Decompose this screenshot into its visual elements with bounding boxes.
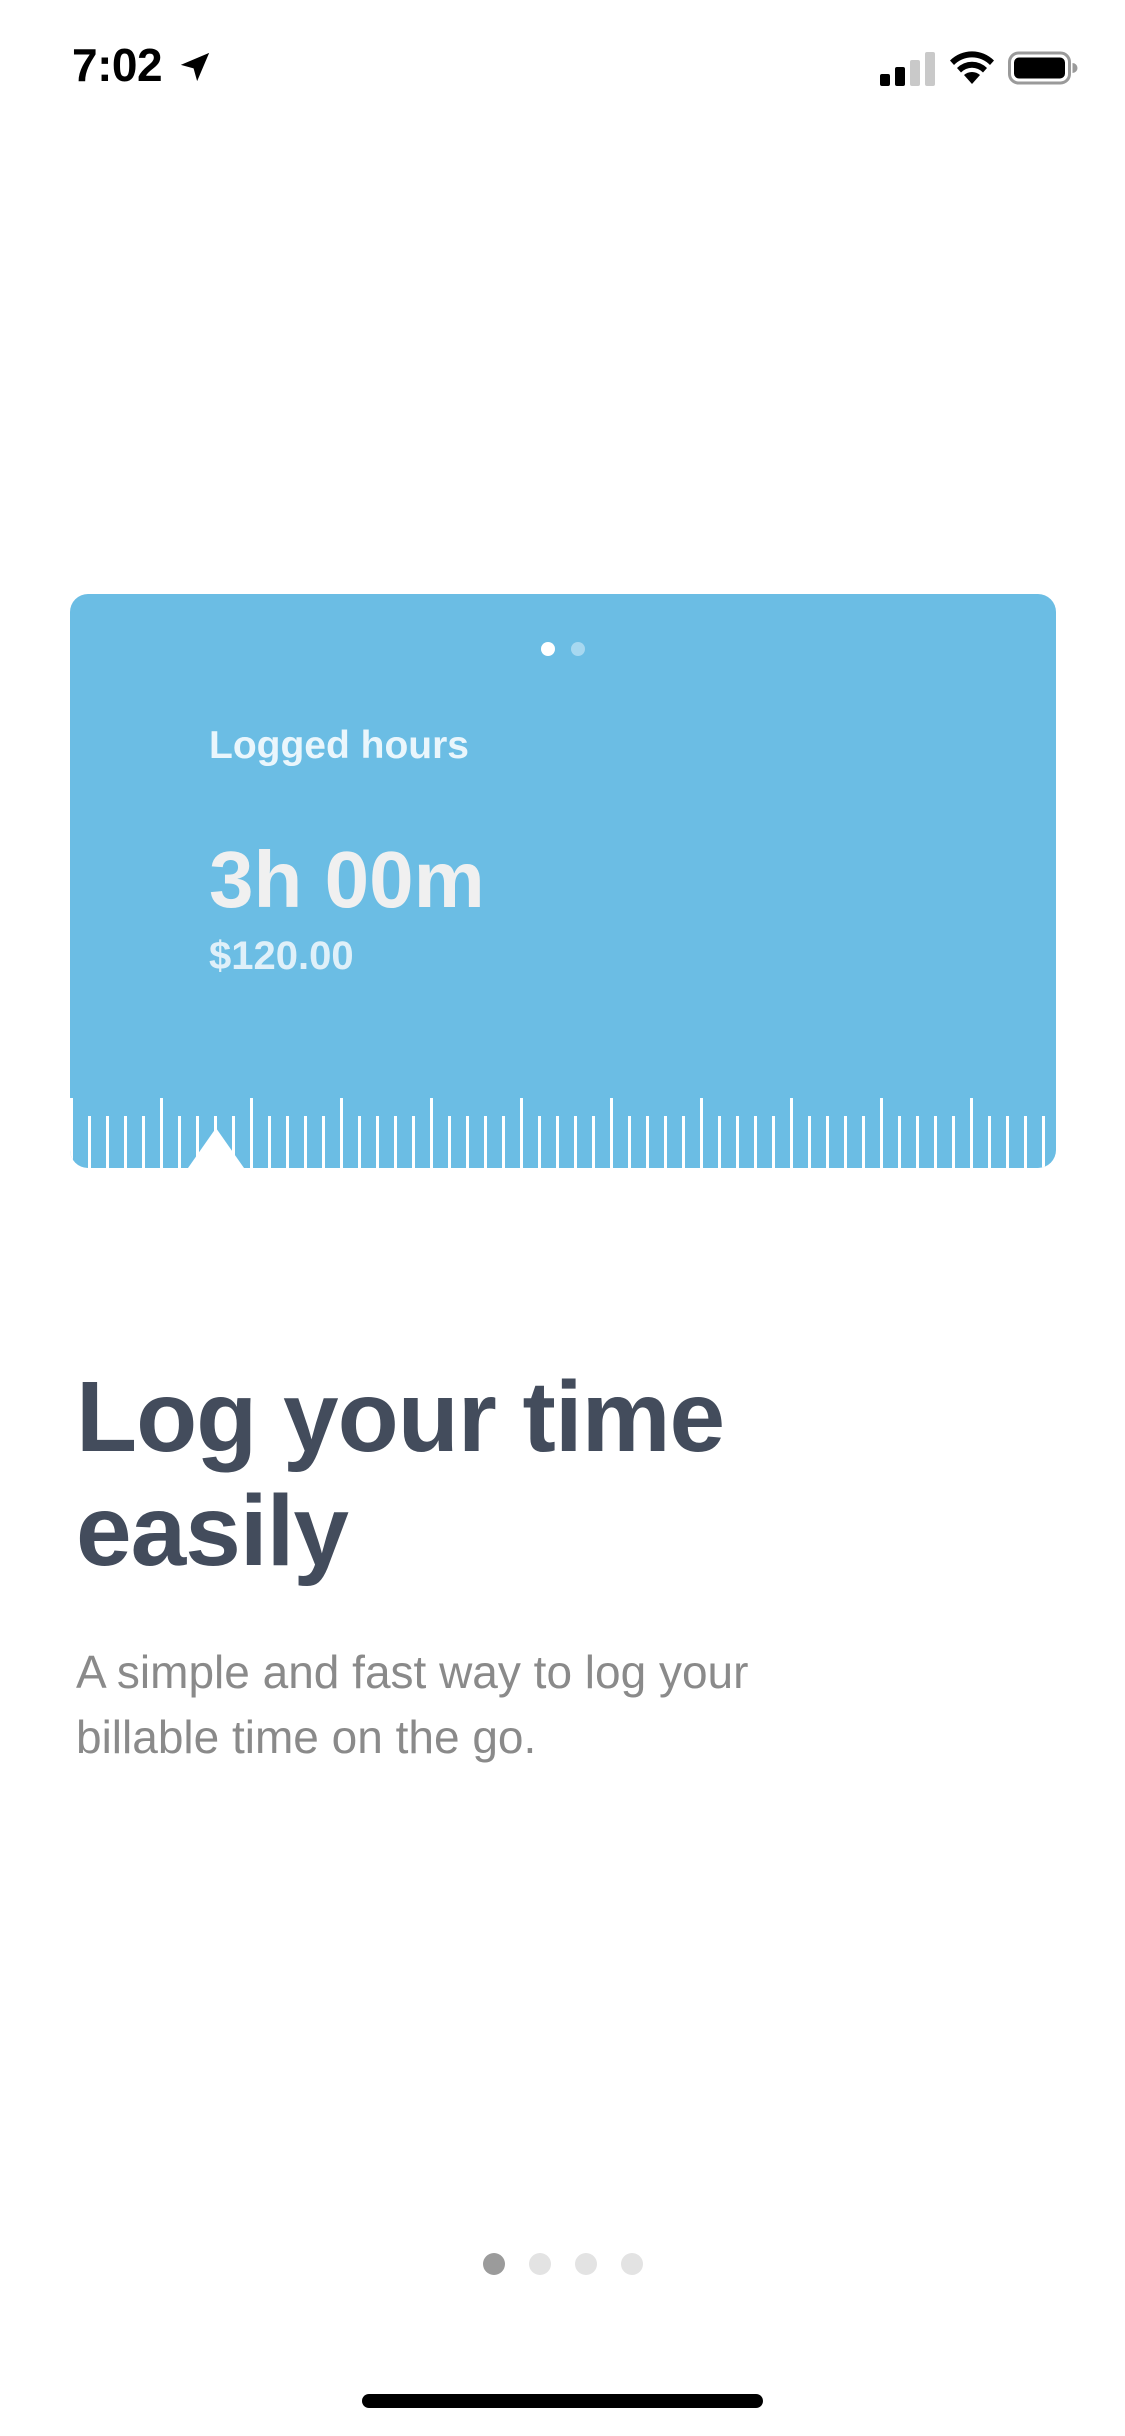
- ruler-major-tick: [970, 1098, 973, 1168]
- ruler-minor-tick: [736, 1116, 739, 1168]
- logged-hours-card[interactable]: Logged hours 3h 00m $120.00: [70, 594, 1056, 1168]
- ruler-major-tick: [340, 1098, 343, 1168]
- ruler-minor-tick: [628, 1116, 631, 1168]
- ruler-minor-tick: [646, 1116, 649, 1168]
- card-page-dot-active: [541, 642, 555, 656]
- pager-dot[interactable]: [620, 2253, 643, 2275]
- ruler-minor-tick: [862, 1116, 865, 1168]
- card-label: Logged hours: [209, 724, 469, 767]
- ruler-minor-tick: [322, 1116, 325, 1168]
- ruler-minor-tick: [358, 1116, 361, 1168]
- ruler-minor-tick: [484, 1116, 487, 1168]
- ruler-minor-tick: [304, 1116, 307, 1168]
- ruler-minor-tick: [88, 1116, 91, 1168]
- wifi-icon: [950, 51, 994, 84]
- ruler-major-tick: [70, 1098, 73, 1168]
- card-page-indicator: [70, 642, 1056, 656]
- ruler-minor-tick: [106, 1116, 109, 1168]
- ruler-major-tick: [790, 1098, 793, 1168]
- ruler-minor-tick: [286, 1116, 289, 1168]
- ruler-minor-tick: [1024, 1116, 1027, 1168]
- ruler-minor-tick: [916, 1116, 919, 1168]
- status-bar: 7:02: [0, 0, 1125, 135]
- ruler-minor-tick: [952, 1116, 955, 1168]
- card-page-dot: [571, 642, 585, 656]
- pager-dot[interactable]: [528, 2253, 551, 2275]
- ruler-minor-tick: [934, 1116, 937, 1168]
- ruler-minor-tick: [502, 1116, 505, 1168]
- ruler-major-tick: [250, 1098, 253, 1168]
- time-ruler-slider[interactable]: [70, 1088, 1056, 1168]
- ruler-minor-tick: [178, 1116, 181, 1168]
- logged-hours-value: 3h 00m: [209, 835, 485, 924]
- ruler-minor-tick: [538, 1116, 541, 1168]
- ruler-minor-tick: [664, 1116, 667, 1168]
- ruler-minor-tick: [556, 1116, 559, 1168]
- ruler-minor-tick: [142, 1116, 145, 1168]
- ruler-minor-tick: [1006, 1116, 1009, 1168]
- ruler-major-tick: [520, 1098, 523, 1168]
- cellular-signal-icon: [880, 52, 935, 86]
- ruler-minor-tick: [772, 1116, 775, 1168]
- ruler-minor-tick: [682, 1116, 685, 1168]
- ruler-minor-tick: [898, 1116, 901, 1168]
- ruler-minor-tick: [988, 1116, 991, 1168]
- ruler-minor-tick: [754, 1116, 757, 1168]
- ruler-minor-tick: [448, 1116, 451, 1168]
- ruler-major-tick: [880, 1098, 883, 1168]
- onboarding-title: Log your time easily: [76, 1361, 725, 1587]
- pager-dot[interactable]: [574, 2253, 597, 2275]
- location-arrow-icon: [180, 52, 210, 82]
- ruler-minor-tick: [844, 1116, 847, 1168]
- ruler-major-tick: [160, 1098, 163, 1168]
- ruler-minor-tick: [826, 1116, 829, 1168]
- battery-icon: [1008, 51, 1078, 85]
- logged-amount-value: $120.00: [209, 934, 354, 978]
- onboarding-page-indicator[interactable]: [0, 2253, 1125, 2275]
- ruler-minor-tick: [376, 1116, 379, 1168]
- ruler-major-tick: [700, 1098, 703, 1168]
- pager-dot-active[interactable]: [482, 2253, 505, 2275]
- ruler-minor-tick: [592, 1116, 595, 1168]
- ruler-minor-tick: [808, 1116, 811, 1168]
- ruler-minor-tick: [394, 1116, 397, 1168]
- ruler-minor-tick: [412, 1116, 415, 1168]
- status-time: 7:02: [72, 39, 163, 91]
- home-indicator: [362, 2394, 763, 2408]
- ruler-minor-tick: [1042, 1116, 1045, 1168]
- ruler-minor-tick: [124, 1116, 127, 1168]
- ruler-minor-tick: [574, 1116, 577, 1168]
- ruler-minor-tick: [718, 1116, 721, 1168]
- ruler-major-tick: [430, 1098, 433, 1168]
- ruler-major-tick: [610, 1098, 613, 1168]
- ruler-minor-tick: [268, 1116, 271, 1168]
- onboarding-subtitle: A simple and fast way to log your billab…: [76, 1646, 749, 1763]
- ruler-minor-tick: [466, 1116, 469, 1168]
